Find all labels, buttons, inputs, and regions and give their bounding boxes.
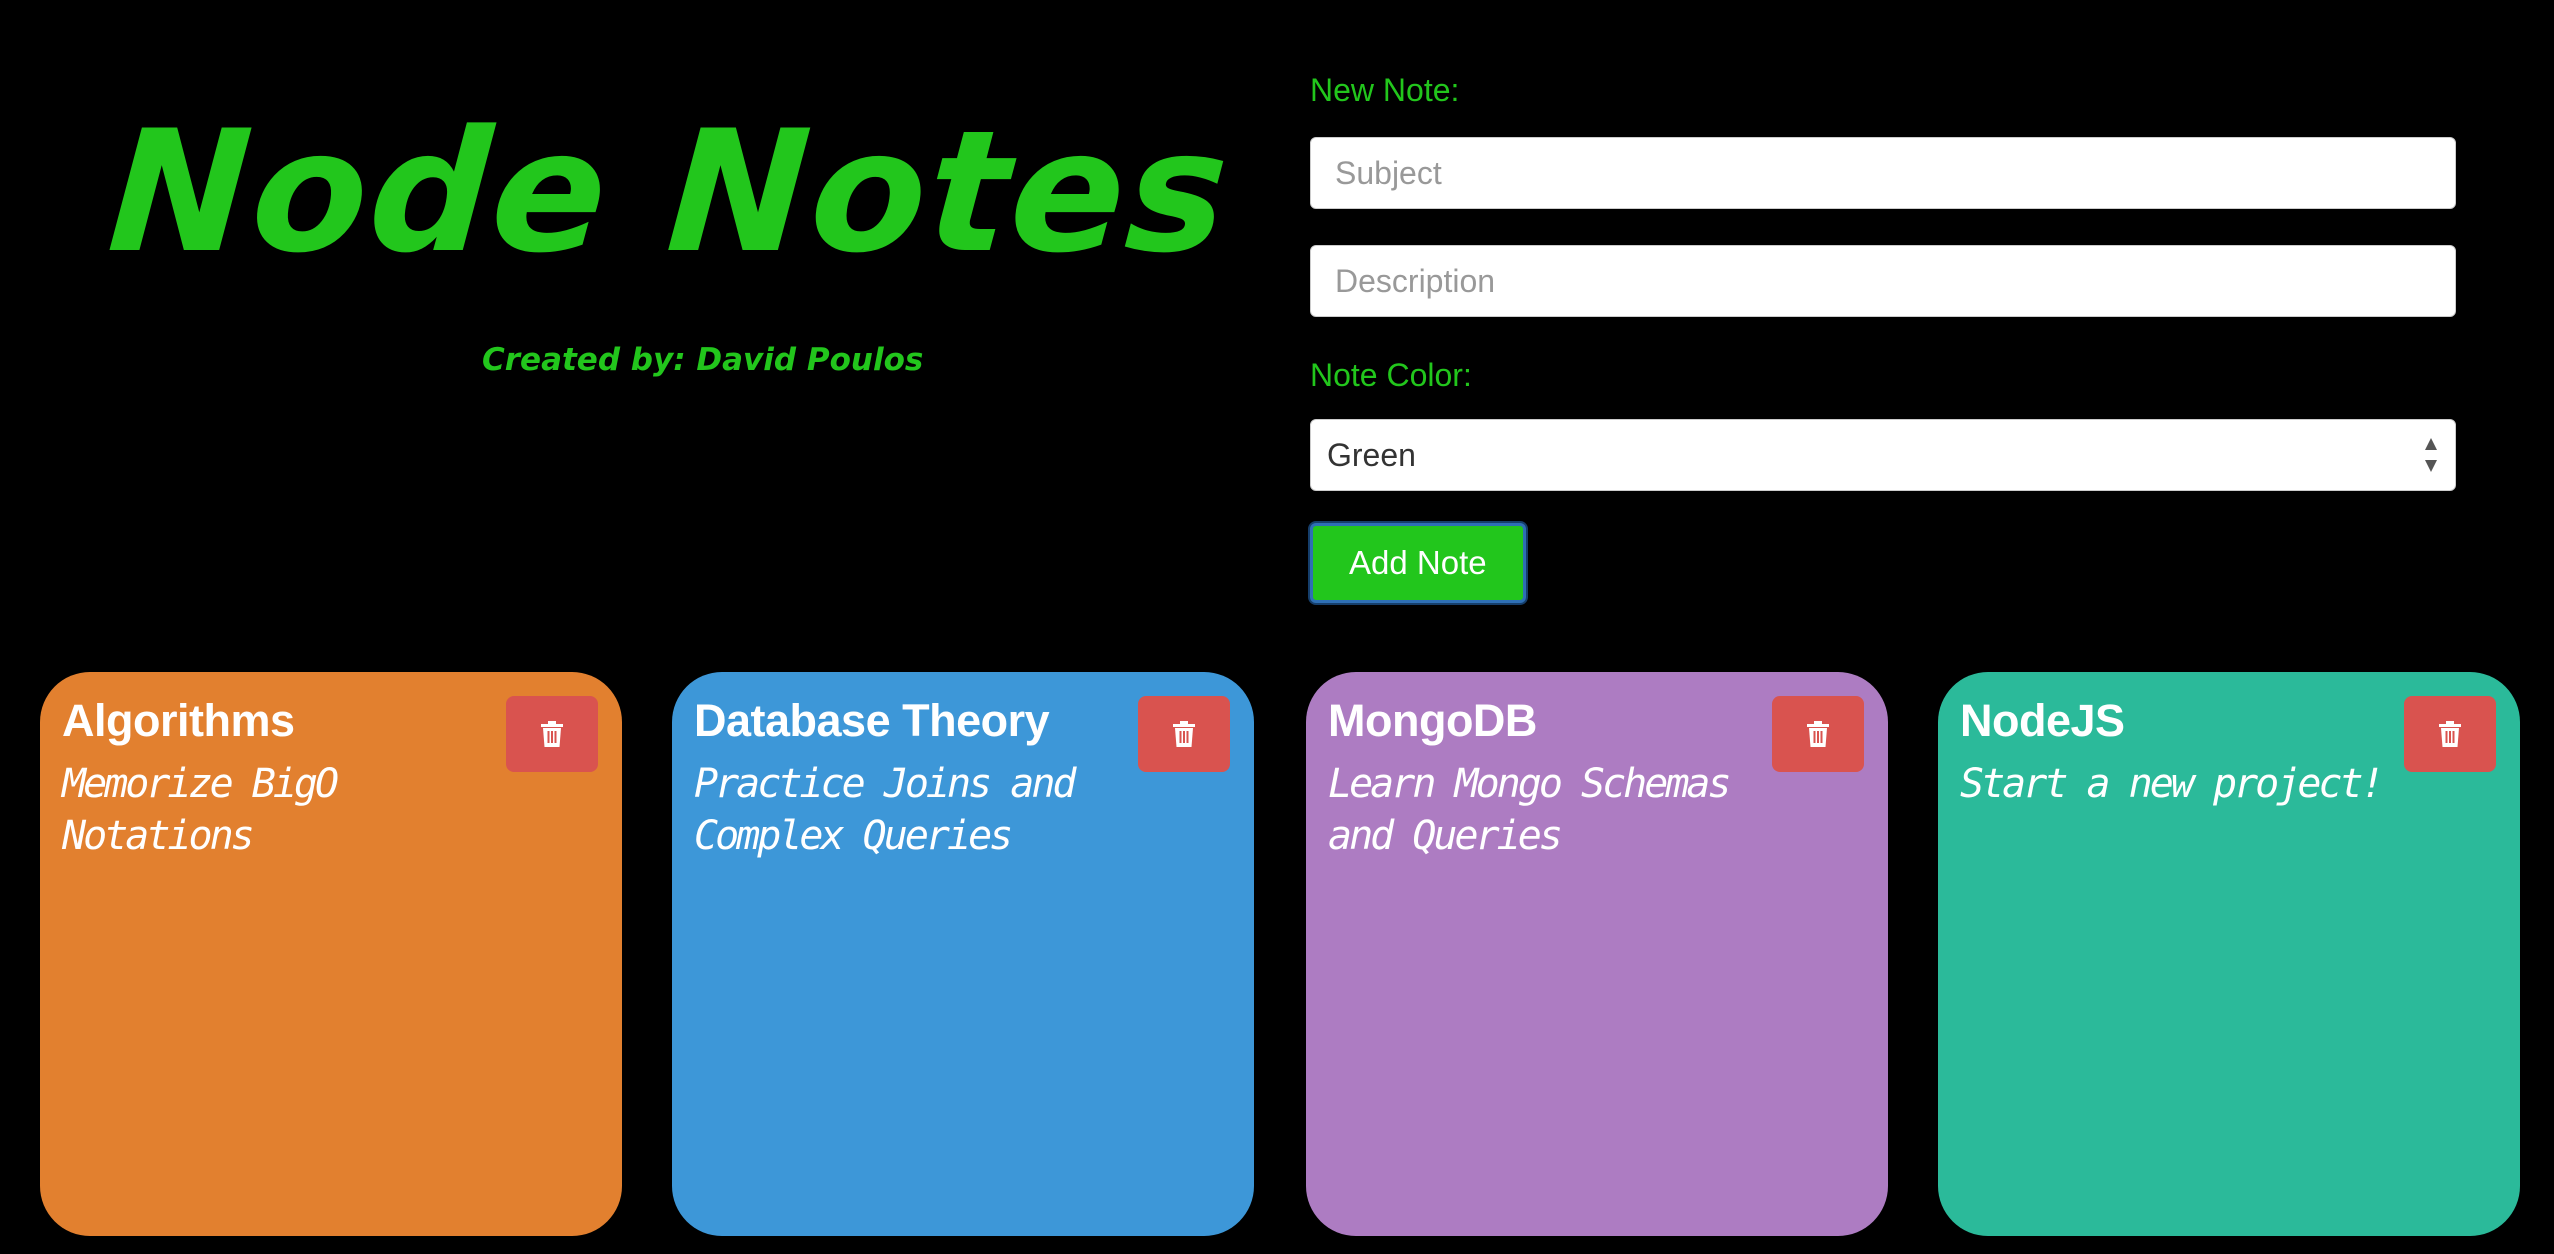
- note-subject: MongoDB: [1328, 695, 1537, 746]
- note-card-mongodb: MongoDB Learn Mongo Schemas and Queries: [1306, 672, 1888, 1236]
- delete-note-button[interactable]: [1772, 696, 1864, 772]
- note-color-select-wrapper: Green: [1310, 419, 2456, 491]
- note-card-database-theory: Database Theory Practice Joins and Compl…: [672, 672, 1254, 1236]
- note-description: Start a new project!: [1960, 760, 2385, 807]
- delete-note-button[interactable]: [2404, 696, 2496, 772]
- app-title: Node Notes: [103, 94, 1236, 290]
- note-description: Learn Mongo Schemas and Queries: [1328, 760, 1732, 859]
- trash-icon: [1807, 721, 1829, 747]
- page: Node Notes Created by: David Poulos New …: [0, 0, 2554, 1254]
- note-subject: Algorithms: [62, 695, 295, 746]
- trash-icon: [2439, 721, 2461, 747]
- note-color-label: Note Color:: [1310, 357, 1472, 393]
- trash-icon: [541, 721, 563, 747]
- subject-input[interactable]: [1310, 137, 2456, 209]
- trash-icon: [1173, 721, 1195, 747]
- note-description: Memorize BigO Notations: [62, 760, 339, 859]
- note-subject: Database Theory: [694, 695, 1050, 746]
- note-card-algorithms: Algorithms Memorize BigO Notations: [40, 672, 622, 1236]
- description-input[interactable]: [1310, 245, 2456, 317]
- note-card-nodejs: NodeJS Start a new project!: [1938, 672, 2520, 1236]
- new-note-form: New Note: Note Color: Green Add Note: [1310, 70, 2456, 603]
- author-credit: Created by: David Poulos: [482, 342, 924, 378]
- note-description: Practice Joins and Complex Queries: [694, 760, 1076, 859]
- delete-note-button[interactable]: [1138, 696, 1230, 772]
- delete-note-button[interactable]: [506, 696, 598, 772]
- note-subject: NodeJS: [1960, 695, 2125, 746]
- new-note-label: New Note:: [1310, 72, 1460, 108]
- add-note-button[interactable]: Add Note: [1310, 523, 1526, 603]
- notes-list: Algorithms Memorize BigO Notations Datab…: [40, 672, 2520, 1236]
- note-color-select[interactable]: Green: [1310, 419, 2456, 491]
